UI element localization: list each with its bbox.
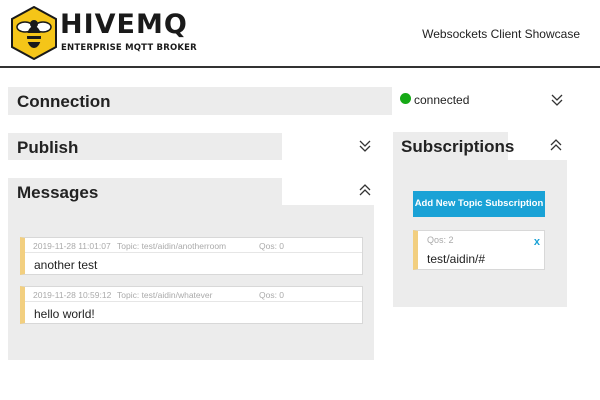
brand-tagline: ENTERPRISE MQTT BROKER xyxy=(61,43,197,53)
publish-section-header[interactable]: Publish xyxy=(8,133,282,160)
connection-status-text: connected xyxy=(414,93,470,107)
message-topic: Topic: test/aidin/anotherroom xyxy=(117,241,227,251)
subscriptions-title: Subscriptions xyxy=(401,137,515,156)
remove-subscription-button[interactable]: x xyxy=(534,236,540,248)
app-header: HIVEMQ ENTERPRISE MQTT BROKER Websockets… xyxy=(0,0,600,68)
message-divider xyxy=(25,252,362,253)
chevron-double-down-icon[interactable] xyxy=(358,139,372,153)
message-timestamp: 2019-11-28 11:01:07 xyxy=(33,241,111,251)
chevron-double-up-icon[interactable] xyxy=(358,183,372,197)
message-timestamp: 2019-11-28 10:59:12 xyxy=(33,290,112,300)
add-topic-subscription-button[interactable]: Add New Topic Subscription xyxy=(413,191,545,217)
messages-title: Messages xyxy=(17,183,99,202)
message-divider xyxy=(25,301,362,302)
subscription-topic: test/aidin/# xyxy=(427,252,486,266)
message-topic: Topic: test/aidin/whatever xyxy=(117,290,213,300)
message-payload: hello world! xyxy=(34,307,95,321)
message-qos: Qos: 0 xyxy=(259,241,285,251)
publish-title: Publish xyxy=(17,138,79,157)
connection-title: Connection xyxy=(17,92,111,111)
hivemq-bee-logo-icon xyxy=(11,6,57,60)
message-item: 2019-11-28 11:01:07 Topic: test/aidin/an… xyxy=(20,237,363,275)
subscription-item: Qos: 2 test/aidin/# x xyxy=(413,230,545,270)
connection-section-header[interactable]: Connection xyxy=(8,87,392,115)
connection-status-indicator xyxy=(400,93,411,104)
brand-name: HIVEMQ xyxy=(60,9,188,40)
app-title: Websockets Client Showcase xyxy=(422,27,580,41)
chevron-double-down-icon[interactable] xyxy=(550,93,564,107)
messages-section-header[interactable]: Messages xyxy=(8,178,282,205)
message-qos: Qos: 0 xyxy=(259,290,285,300)
subscription-qos: Qos: 2 xyxy=(427,235,454,245)
message-item: 2019-11-28 10:59:12 Topic: test/aidin/wh… xyxy=(20,286,363,324)
chevron-double-up-icon[interactable] xyxy=(549,138,563,152)
message-payload: another test xyxy=(34,258,98,272)
